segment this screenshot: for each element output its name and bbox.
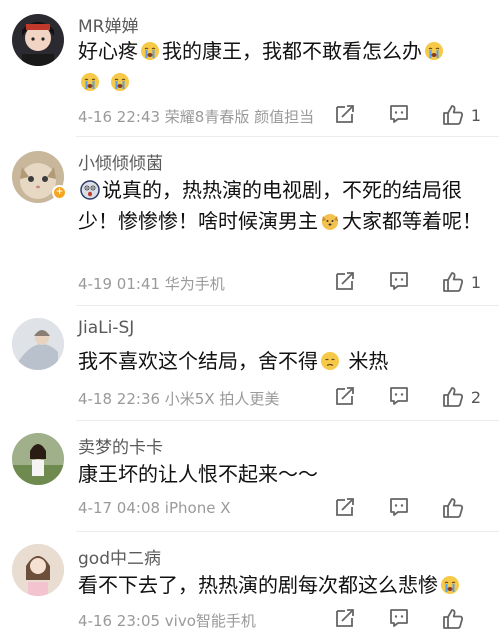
comment-meta: 4-16 23:05 vivo智能手机 — [78, 612, 256, 630]
share-icon[interactable] — [333, 606, 359, 632]
comment-text-part: 好心疼 — [78, 39, 138, 63]
username[interactable]: 卖梦的卡卡 — [78, 433, 163, 458]
comment-actions — [305, 495, 481, 521]
crying-emoji-icon — [80, 72, 100, 92]
comment-text-part: 米热 — [342, 349, 389, 373]
thumbs-up-icon — [441, 103, 465, 127]
comment-text: 看不下去了，热热演的剧每次都这么悲惨 — [78, 570, 483, 601]
comment-meta: 4-18 22:36 小米5X 拍人更美 — [78, 390, 280, 408]
avatar[interactable] — [12, 433, 64, 485]
username[interactable]: god中二病 — [78, 544, 161, 569]
comment-icon[interactable] — [387, 102, 413, 128]
avatar[interactable] — [12, 544, 64, 596]
comment-text: 我不喜欢这个结局，舍不得 米热 — [78, 346, 483, 377]
like-button[interactable] — [441, 496, 481, 520]
comment-item: god中二病 看不下去了，热热演的剧每次都这么悲惨 4-16 23:05 viv… — [0, 532, 499, 643]
sad-emoji-icon — [320, 351, 340, 371]
crying-emoji-icon — [140, 41, 160, 61]
comment-item: + 小倾倾倾菌 说真的，热热演的电视剧，不死的结局很少！惨惨惨！啥时候演男主 大家… — [0, 137, 499, 303]
like-button[interactable] — [441, 607, 481, 631]
comment-text-part: 我的康王，我都不敢看怎么办 — [162, 39, 422, 63]
comment-item: 卖梦的卡卡 康王坏的让人恨不起来～～ 4-17 04:08 iPhone X — [0, 421, 499, 529]
like-count: 1 — [470, 272, 481, 292]
comment-icon[interactable] — [387, 606, 413, 632]
comment-actions: 1 — [305, 269, 481, 295]
comment-item: MR婵婵 好心疼 我的康王，我都不敢看怎么办 4-16 22:43 荣耀8青春版 … — [0, 0, 499, 134]
username[interactable]: 小倾倾倾菌 — [78, 149, 163, 174]
avatar[interactable] — [12, 318, 64, 370]
comment-text: 好心疼 我的康王，我都不敢看怎么办 — [78, 36, 483, 98]
comment-text: 康王坏的让人恨不起来～～ — [78, 459, 483, 490]
comment-actions: 1 — [305, 102, 481, 128]
comment-text-part: 康王坏的让人恨不起来～～ — [78, 462, 318, 486]
comment-text-part: 大家都等着呢！ — [342, 209, 482, 233]
comment-icon[interactable] — [387, 384, 413, 410]
comment-actions: 2 — [305, 384, 481, 410]
username[interactable]: MR婵婵 — [78, 12, 138, 37]
thumbs-up-icon — [441, 496, 465, 520]
dog-emoji-icon — [320, 211, 340, 231]
comment-text-part: 我不喜欢这个结局，舍不得 — [78, 349, 318, 373]
thumbs-up-icon — [441, 385, 465, 409]
share-icon[interactable] — [333, 102, 359, 128]
comment-icon[interactable] — [387, 495, 413, 521]
crying-emoji-icon — [440, 575, 460, 595]
username[interactable]: JiaLi-SJ — [78, 318, 134, 338]
comment-actions — [305, 606, 481, 632]
share-icon[interactable] — [333, 269, 359, 295]
comment-meta: 4-16 22:43 荣耀8青春版 颜值担当 — [78, 108, 315, 126]
share-icon[interactable] — [333, 384, 359, 410]
like-count: 2 — [470, 387, 481, 407]
comment-meta: 4-17 04:08 iPhone X — [78, 499, 231, 517]
like-button[interactable]: 1 — [441, 270, 481, 294]
comment-text: 说真的，热热演的电视剧，不死的结局很少！惨惨惨！啥时候演男主 大家都等着呢！ — [78, 175, 483, 237]
share-icon[interactable] — [333, 495, 359, 521]
crying-emoji-icon — [110, 72, 130, 92]
like-count: 1 — [470, 105, 481, 125]
thumbs-up-icon — [441, 270, 465, 294]
thumbs-up-icon — [441, 607, 465, 631]
like-button[interactable]: 1 — [441, 103, 481, 127]
scared-emoji-icon — [80, 180, 100, 200]
comment-item: JiaLi-SJ 我不喜欢这个结局，舍不得 米热 4-18 22:36 小米5X… — [0, 306, 499, 418]
verified-badge-icon: + — [52, 185, 67, 200]
crying-emoji-icon — [424, 41, 444, 61]
comment-text-part: 看不下去了，热热演的剧每次都这么悲惨 — [78, 573, 438, 597]
like-button[interactable]: 2 — [441, 385, 481, 409]
comment-icon[interactable] — [387, 269, 413, 295]
avatar[interactable] — [12, 14, 64, 66]
comment-meta: 4-19 01:41 华为手机 — [78, 275, 225, 293]
